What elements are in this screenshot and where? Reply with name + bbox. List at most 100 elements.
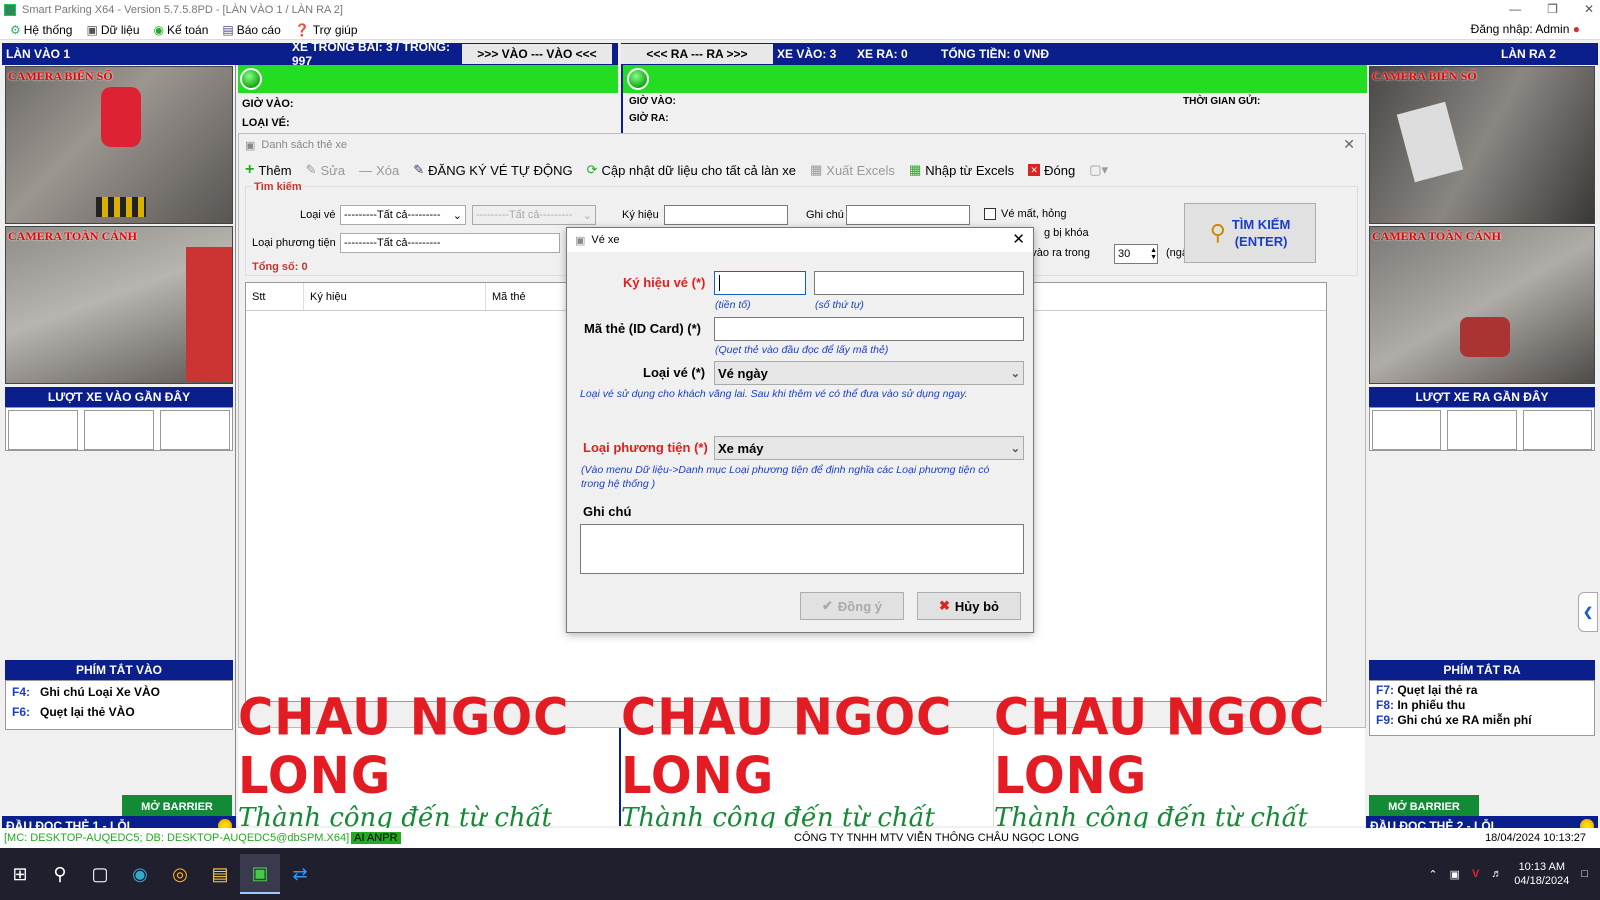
prefix-input[interactable]: [714, 271, 806, 295]
excel-import-icon: ▦: [908, 162, 922, 177]
money-icon: ◉: [153, 22, 165, 37]
col-stt[interactable]: Stt: [246, 283, 304, 310]
menu-bao-cao[interactable]: ▤ Báo cáo: [222, 23, 280, 37]
status-bar: [MC: DESKTOP-AUQEDC5; DB: DESKTOP-AUQEDC…: [0, 828, 1600, 848]
days-stepper[interactable]: 30 ▲ ▼: [1114, 244, 1158, 264]
recent-in-thumb[interactable]: [8, 410, 78, 450]
minimize-icon[interactable]: —: [1509, 2, 1521, 16]
user-icon: ●: [1572, 22, 1580, 36]
task-view-icon[interactable]: ▢: [80, 854, 120, 894]
taskbar-clock[interactable]: 10:13 AM 04/18/2024: [1514, 860, 1569, 888]
ghi-chu-label: Ghi chú: [583, 504, 632, 519]
recent-in-thumb[interactable]: [84, 410, 154, 450]
close-icon[interactable]: ✕: [1584, 2, 1594, 16]
hotkey-row: F9: Ghi chú xe RA miễn phí: [1376, 713, 1532, 727]
sequence-input[interactable]: [814, 271, 1024, 295]
prefix-hint: (tiền tố): [715, 299, 751, 311]
smart-parking-taskbar-icon[interactable]: ▣: [240, 854, 280, 894]
lane-in-stats: XE TRONG BÃI: 3 / TRỐNG: 997: [292, 40, 451, 68]
loai-phuong-tien-select[interactable]: ---------Tất cả---------: [340, 233, 560, 253]
kiosk-figure: [1396, 101, 1464, 183]
recent-out-thumb[interactable]: [1522, 410, 1592, 450]
lane-in-panel: CAMERA BIỂN SỐ CAMERA TOÀN CẢNH LƯỢT XE …: [2, 65, 236, 827]
recent-out-list: [1369, 407, 1595, 451]
edit-button[interactable]: ✎ Sửa: [306, 162, 346, 178]
ghi-chu-input[interactable]: [846, 205, 970, 225]
settings-icon: ⚙: [10, 22, 21, 37]
notification-icon[interactable]: □: [1581, 868, 1588, 880]
note-textarea[interactable]: [580, 524, 1024, 574]
vehicle-type-hint: (Vào menu Dữ liệu->Danh mục Loại phương …: [581, 464, 990, 490]
lane-in-gio-vao: GIỜ VÀO:: [242, 98, 294, 110]
chrome-icon[interactable]: ◎: [160, 854, 200, 894]
card-id-input[interactable]: [714, 317, 1024, 341]
more-dropdown-icon[interactable]: ▢▾: [1089, 162, 1108, 178]
loai-phuong-tien-label: Loại phương tiện: [252, 237, 336, 249]
lane-out-status-bar: [623, 65, 1367, 93]
col-ky-hieu[interactable]: Ký hiệu: [304, 283, 486, 310]
menu-du-lieu[interactable]: ▣ Dữ liệu: [86, 23, 139, 37]
close-red-icon: ✕: [1028, 164, 1041, 176]
checkbox-box: [984, 208, 996, 220]
taskbar: ⊞ ⚲ ▢ ◉ ◎ ▤ ▣ ⇄ ⌃ ▣ V ♬ 10:13 AM 04/18/20…: [0, 848, 1600, 900]
search-icon[interactable]: ⚲: [40, 854, 80, 894]
chevron-down-icon: ⌄: [1010, 367, 1020, 380]
cancel-button[interactable]: ✖ Hủy bỏ: [917, 592, 1021, 620]
unikey-icon[interactable]: V: [1472, 868, 1479, 880]
edit-icon: ✎: [305, 162, 317, 177]
export-excel-button[interactable]: ▦ Xuất Excels: [810, 162, 895, 178]
search-button[interactable]: ⚲ TÌM KIẾM (ENTER): [1184, 203, 1316, 263]
lane-out-title: LÀN RA 2: [1501, 47, 1556, 61]
import-excel-button[interactable]: ▦ Nhập từ Excels: [909, 162, 1014, 178]
chevron-down-icon: ⌄: [582, 209, 592, 222]
file-explorer-icon[interactable]: ▤: [200, 854, 240, 894]
recent-in-thumb[interactable]: [160, 410, 230, 450]
card-list-close-icon[interactable]: ✕: [1343, 136, 1355, 153]
windows-start-icon[interactable]: ⊞: [0, 854, 40, 894]
hotkey-row: F4: Ghi chú Loại Xe VÀO: [12, 685, 161, 699]
network-icon[interactable]: ▣: [1450, 868, 1460, 881]
vehicle-type-select[interactable]: Xe máy ⌄: [714, 436, 1024, 460]
ky-hieu-input[interactable]: [664, 205, 788, 225]
col-ma-the[interactable]: Mã thẻ: [486, 283, 566, 310]
ok-button[interactable]: ✔ Đồng ý: [800, 592, 904, 620]
recent-out-thumb[interactable]: [1447, 410, 1517, 450]
search-group-title: Tìm kiếm: [252, 181, 304, 193]
loai-ve-sub-select[interactable]: ---------Tất cả--------- ⌄: [472, 205, 596, 225]
recent-out-title: LƯỢT XE RA GẦN ĐÂY: [1369, 387, 1595, 407]
recent-out-thumb[interactable]: [1372, 410, 1442, 450]
loai-ve-select[interactable]: ---------Tất cả--------- ⌄: [340, 205, 466, 225]
speed-bump: [96, 197, 146, 217]
machine-info: [MC: DESKTOP-AUQEDC5; DB: DESKTOP-AUQEDC…: [4, 832, 350, 844]
tray-chevron-icon[interactable]: ⌃: [1428, 868, 1437, 881]
ticket-type-select[interactable]: Vé ngày ⌄: [714, 361, 1024, 385]
restore-icon[interactable]: ❐: [1547, 2, 1558, 16]
teamviewer-icon[interactable]: ⇄: [280, 854, 320, 894]
volume-icon[interactable]: ♬: [1491, 868, 1502, 880]
edge-icon[interactable]: ◉: [120, 854, 160, 894]
lane-in-tab[interactable]: >>> VÀO --- VÀO <<<: [462, 44, 612, 64]
close-button[interactable]: ✕ Đóng: [1028, 163, 1075, 178]
collapse-panel-icon[interactable]: ❮: [1578, 592, 1598, 632]
ve-mat-hong-checkbox[interactable]: Vé mất, hỏng: [984, 208, 1066, 220]
login-status: Đăng nhập: Admin ●: [1470, 22, 1580, 36]
add-button[interactable]: + Thêm: [245, 161, 292, 179]
auto-register-button[interactable]: ✎ ĐĂNG KÝ VÉ TỰ ĐỘNG: [413, 162, 572, 178]
system-tray: ⌃ ▣ V ♬ 10:13 AM 04/18/2024 □: [1428, 860, 1588, 888]
sync-lanes-button[interactable]: ⟳ Cập nhật dữ liệu cho tất cả làn xe: [587, 162, 796, 178]
lane-in-header: LÀN VÀO 1 XE TRONG BÃI: 3 / TRỐNG: 997 >…: [2, 40, 618, 68]
menu-tro-giup[interactable]: ❓ Trợ giúp: [295, 23, 358, 37]
delete-button[interactable]: — Xóa: [359, 163, 399, 178]
stepper-arrows-icon[interactable]: ▲ ▼: [1150, 247, 1157, 261]
bi-khoa-label: g bị khóa: [1044, 227, 1089, 239]
hotkey-row: F8: In phiếu thu: [1376, 698, 1466, 712]
brand-banner-2: CHAU NGOC LONG Thành công đến từ chất lư…: [621, 688, 993, 863]
lane-out-tab[interactable]: <<< RA --- RA >>>: [621, 44, 773, 64]
menu-ke-toan[interactable]: ◉ Kế toán: [154, 23, 209, 37]
menu-he-thong[interactable]: ⚙ Hệ thống: [10, 23, 72, 37]
menu-bar: ⚙ Hệ thống ▣ Dữ liệu ◉ Kế toán ▤ Báo cáo ❓ Tr…: [0, 20, 1600, 40]
motorbike-figure: [1460, 317, 1510, 357]
ticket-dialog-close-icon[interactable]: ✕: [1012, 230, 1025, 248]
lane-out-panel: CAMERA BIỂN SỐ CAMERA TOÀN CẢNH LƯỢT XE …: [1366, 65, 1598, 827]
barrier-figure: [186, 247, 232, 382]
